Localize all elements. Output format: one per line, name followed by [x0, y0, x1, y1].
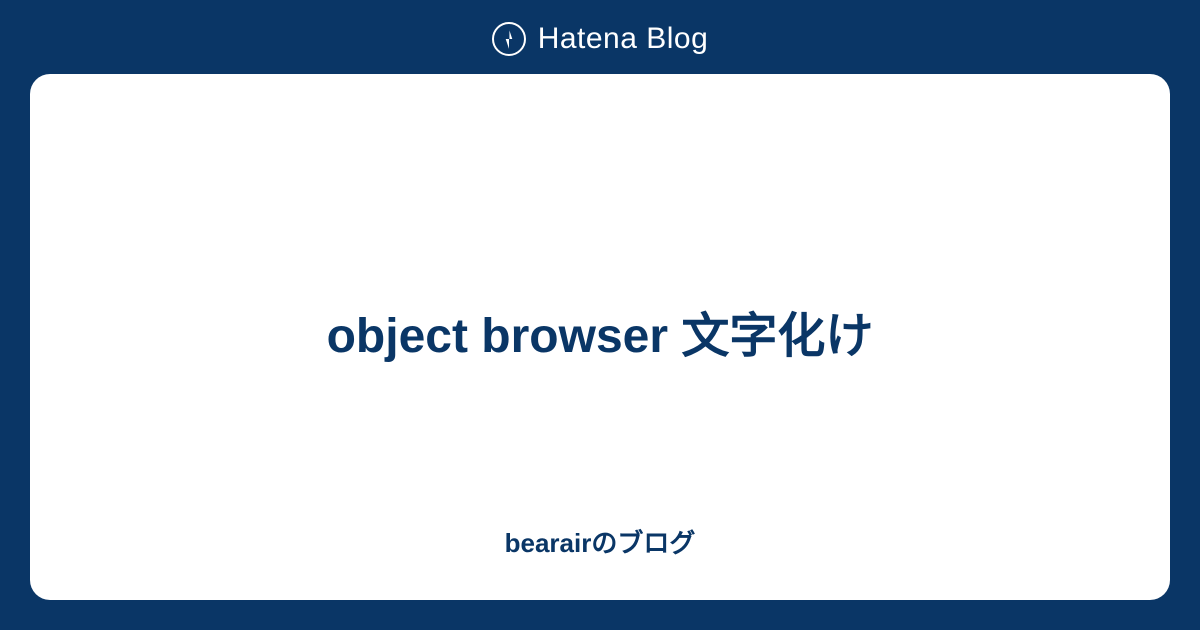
- blog-name: bearairのブログ: [505, 523, 696, 560]
- article-title: object browser 文字化け: [327, 303, 874, 370]
- header: Hatena Blog: [492, 0, 709, 74]
- logo-text: Hatena Blog: [538, 22, 709, 56]
- hatena-logo-icon: [492, 22, 526, 56]
- content-card: object browser 文字化け bearairのブログ: [30, 74, 1170, 600]
